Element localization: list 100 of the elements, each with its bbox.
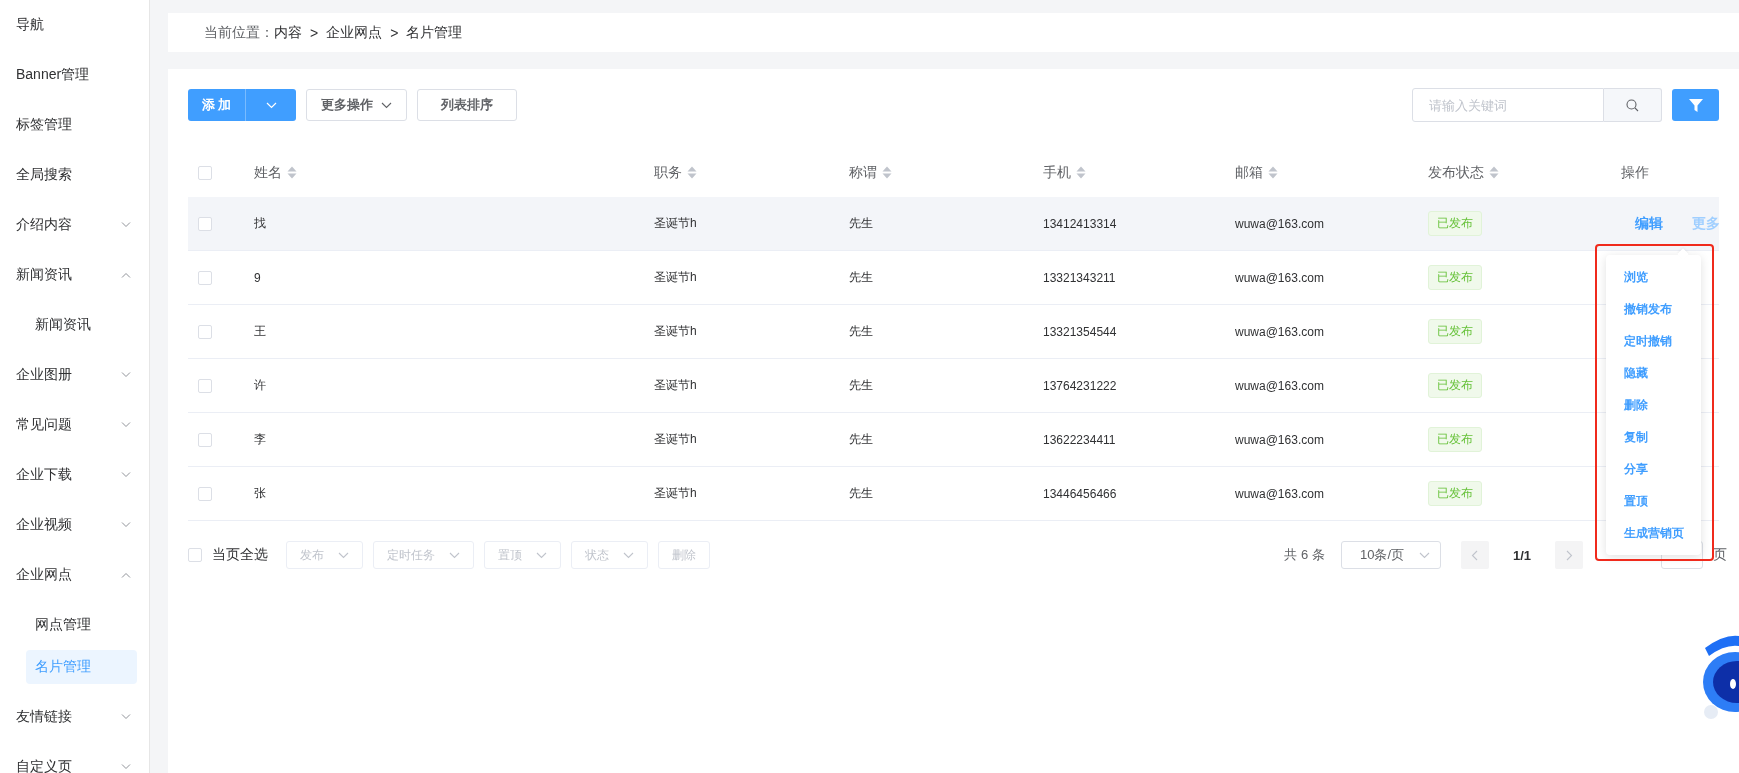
next-page-button[interactable] [1555,541,1583,569]
sidebar-subitem[interactable]: 网点管理 [26,608,137,642]
sidebar-item[interactable]: 导航 [0,0,149,50]
sort-icon[interactable] [287,166,297,179]
table-cell: wuwa@163.com [1235,216,1324,231]
more-actions-dropdown[interactable]: 更多操作 [306,89,407,121]
sidebar-item[interactable]: 自定义页 [0,742,149,773]
checkbox[interactable] [198,486,212,501]
sidebar-item[interactable]: 友情链接 [0,692,149,742]
table-cell: 13446456466 [1043,486,1117,501]
search-field[interactable]: 请输入关键词 [1412,88,1604,122]
chevron-down-icon [623,551,634,559]
table-cell: 13764231222 [1043,378,1117,393]
sidebar-item[interactable]: 企业视频 [0,500,149,550]
table-cell: 先生 [849,215,873,232]
checkbox[interactable] [198,165,212,180]
table-cell: 圣诞节h [654,323,697,340]
table-cell: wuwa@163.com [1235,486,1324,501]
sort-icon[interactable] [1268,166,1278,179]
column-header: 发布状态 [1428,163,1484,182]
sidebar-item[interactable]: 常见问题 [0,400,149,450]
table-cell: 圣诞节h [654,431,697,448]
column-header: 邮箱 [1235,163,1263,182]
table-cell: 13321354544 [1043,324,1117,339]
sort-icon[interactable] [1489,166,1499,179]
table-cell: 圣诞节h [654,269,697,286]
checkbox[interactable] [198,216,212,231]
table-cell: 圣诞节h [654,485,697,502]
column-header: 操作 [1621,163,1649,182]
status-tag: 已发布 [1428,427,1482,452]
table-cell: 13622234411 [1043,432,1116,447]
checkbox[interactable] [198,324,212,339]
table-cell: 王 [254,323,266,340]
breadcrumb-item[interactable]: 内容 [274,23,302,42]
breadcrumb-separator: > [310,24,319,41]
page-indicator: 1/1 [1512,547,1531,563]
page-suffix: 页 [1713,546,1727,564]
breadcrumb-item[interactable]: 企业网点 [326,23,383,42]
column-header: 称谓 [849,163,877,182]
page-size-select[interactable]: 10条/页 [1340,541,1441,569]
breadcrumb-item[interactable]: 名片管理 [406,23,463,42]
table-cell: 圣诞节h [654,377,697,394]
checkbox[interactable] [198,270,212,285]
status-tag: 已发布 [1428,265,1482,290]
table-cell: wuwa@163.com [1235,378,1324,393]
sidebar-item[interactable]: 介绍内容 [0,200,149,250]
sidebar-item[interactable]: 标签管理 [0,100,149,150]
table-cell: 许 [254,377,266,394]
chevron-right-icon [1565,549,1573,561]
add-dropdown-button[interactable] [246,89,296,121]
table-cell: 圣诞节h [654,215,697,232]
table-cell: 13321343211 [1043,270,1116,285]
breadcrumb-label: 当前位置： [204,23,274,42]
select-all-label[interactable]: 当页全选 [212,546,268,564]
previous-page-button[interactable] [1460,541,1489,569]
sidebar-item[interactable]: 新闻资讯 [0,250,149,300]
table-cell: 先生 [849,485,873,502]
sidebar-item[interactable]: 全局搜索 [0,150,149,200]
chevron-down-icon [536,551,547,559]
table-cell: wuwa@163.com [1235,324,1324,339]
chevron-left-icon [1471,549,1479,561]
list-sort-button[interactable]: 列表排序 [417,89,517,121]
table-cell: 9 [254,270,261,285]
sort-icon[interactable] [1076,166,1086,179]
status-tag: 已发布 [1428,319,1482,344]
chevron-down-icon [265,101,277,109]
status-tag: 已发布 [1428,373,1482,398]
checkbox[interactable] [198,378,212,393]
column-header: 手机 [1043,163,1071,182]
total-count: 共 6 条 [1284,546,1325,564]
search-button[interactable] [1604,88,1662,122]
breadcrumb-separator: > [390,24,399,41]
table-cell: wuwa@163.com [1235,270,1324,285]
chevron-down-icon [449,551,460,559]
checkbox[interactable] [188,548,202,562]
table-cell: 先生 [849,269,873,286]
sidebar-subitem[interactable]: 新闻资讯 [26,308,137,342]
status-tag: 已发布 [1428,481,1482,506]
table-cell: wuwa@163.com [1235,432,1324,447]
checkbox[interactable] [198,432,212,447]
column-header: 姓名 [254,163,282,182]
table-cell: 先生 [849,377,873,394]
sidebar-item[interactable]: 企业图册 [0,350,149,400]
sort-icon[interactable] [882,166,892,179]
table-cell: 找 [254,215,266,232]
table-cell: 张 [254,485,266,502]
status-tag: 已发布 [1428,211,1482,236]
sidebar-item[interactable]: 企业网点 [0,550,149,600]
sidebar-item[interactable]: 企业下载 [0,450,149,500]
table-cell: 13412413314 [1043,216,1117,231]
table-row[interactable]: 找 圣诞节h 先生 13412413314 wuwa@163.com 已发布 编辑 更多 [188,197,1719,251]
table-cell: 先生 [849,323,873,340]
filter-button[interactable] [1672,89,1719,121]
sidebar-item[interactable]: Banner管理 [0,50,149,100]
sort-icon[interactable] [687,166,697,179]
chevron-down-icon [381,101,392,109]
table-cell: 先生 [849,431,873,448]
table-cell: 李 [254,431,266,448]
search-icon [1626,98,1639,112]
filter-icon [1687,97,1704,113]
